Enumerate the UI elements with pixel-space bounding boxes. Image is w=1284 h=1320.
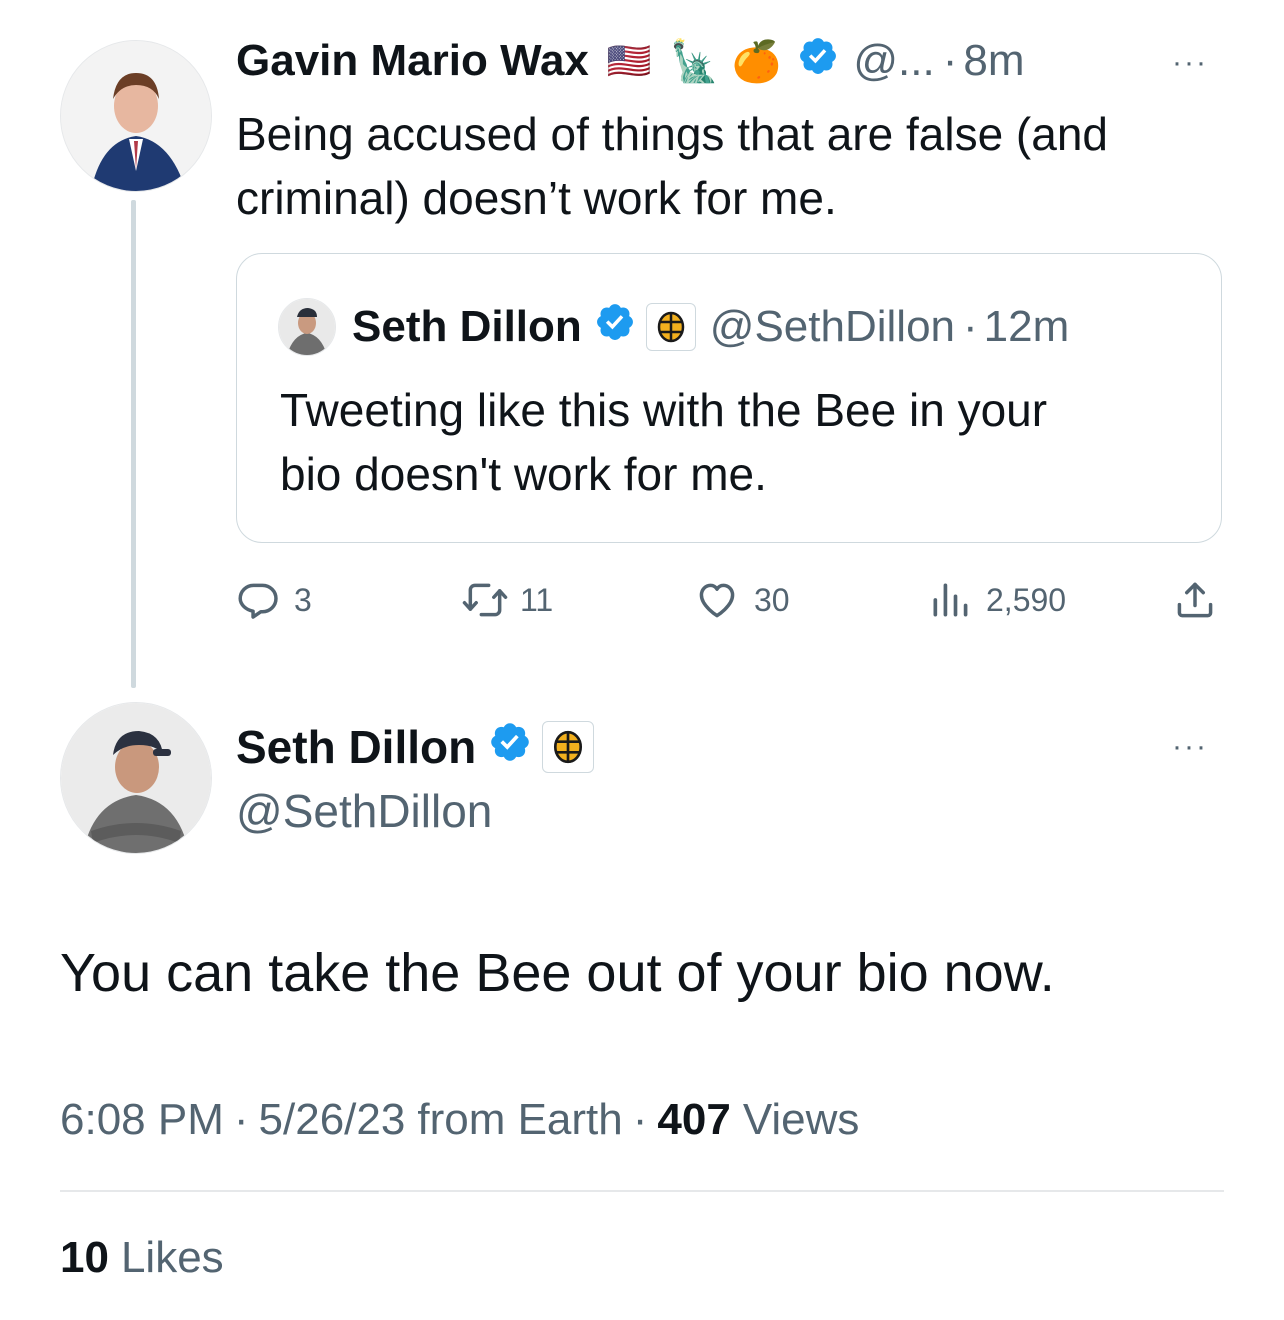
quote-tweet-text: Tweeting like this with the Bee in your … [280, 378, 1047, 506]
statue-of-liberty-icon: 🗽 [669, 39, 720, 84]
quote-author-name[interactable]: Seth Dillon [352, 302, 582, 352]
divider [60, 1190, 1224, 1192]
verified-badge-icon [797, 35, 839, 88]
tweet-date[interactable]: 5/26/23 [259, 1095, 406, 1145]
thread-line [131, 200, 136, 688]
author-name[interactable]: Seth Dillon [236, 720, 476, 774]
quote-text-line-1: Tweeting like this with the Bee in your [280, 384, 1048, 436]
quote-text-line-2: bio doesn't work for me. [280, 448, 767, 500]
more-icon[interactable]: ··· [1172, 48, 1208, 78]
author-handle[interactable]: @... [853, 36, 934, 86]
retweet-action[interactable]: 11 [460, 578, 553, 622]
tweet-time[interactable]: 8m [963, 36, 1024, 86]
views-icon [928, 578, 972, 622]
orange-icon: 🍊 [731, 39, 782, 84]
verified-badge-icon [488, 720, 532, 775]
views-label: Views [742, 1095, 860, 1144]
quote-avatar[interactable] [278, 298, 336, 356]
like-count: 30 [754, 581, 790, 618]
us-flag-icon: 🇺🇸 [606, 40, 652, 81]
tweet-source: from Earth [417, 1095, 623, 1144]
view-count: 2,590 [986, 581, 1067, 618]
views-action[interactable]: 2,590 [928, 578, 1066, 622]
likes-label: Likes [120, 1233, 224, 1282]
likes-summary[interactable]: 10 Likes [60, 1230, 224, 1286]
babylon-bee-badge-icon[interactable] [645, 303, 696, 351]
verified-badge-icon [594, 301, 636, 354]
like-icon [694, 578, 740, 622]
share-action[interactable] [1172, 578, 1218, 622]
likes-count: 10 [60, 1233, 109, 1282]
main-tweet-text: You can take the Bee out of your bio now… [60, 943, 1055, 1003]
separator-dot: · [942, 36, 958, 85]
quote-author-handle[interactable]: @SethDillon [710, 302, 955, 352]
reply-icon [236, 578, 280, 622]
tweet-time[interactable]: 6:08 PM [60, 1095, 224, 1145]
reply-header: Gavin Mario Wax 🇺🇸 🗽 🍊 @... · 8m [236, 36, 1024, 86]
main-header: Seth Dillon [236, 720, 595, 775]
retweet-count: 11 [520, 581, 554, 618]
like-action[interactable]: 30 [694, 578, 790, 622]
separator-dot: · [963, 302, 978, 351]
avatar-gavin[interactable] [60, 40, 212, 192]
separator-dot: · [632, 1095, 648, 1144]
quote-header: Seth Dillon @SethDillon · 12m [352, 302, 1069, 352]
share-icon [1172, 578, 1218, 622]
more-icon[interactable]: ··· [1172, 732, 1208, 762]
separator-dot: · [233, 1095, 249, 1144]
reply-tweet-text: Being accused of things that are false (… [236, 102, 1108, 230]
tweet-meta: 6:08 PM · 5/26/23 from Earth · 407 Views [60, 1092, 859, 1148]
views-count: 407 [657, 1095, 731, 1144]
avatar-seth[interactable] [60, 702, 212, 854]
author-name[interactable]: Gavin Mario Wax [236, 36, 589, 86]
author-handle[interactable]: @SethDillon [236, 784, 492, 838]
reply-text-line-2: criminal) doesn’t work for me. [236, 172, 837, 224]
babylon-bee-badge-icon[interactable] [542, 721, 595, 773]
reply-action[interactable]: 3 [236, 578, 312, 622]
quote-time[interactable]: 12m [984, 302, 1070, 352]
retweet-icon [460, 578, 510, 622]
reply-text-line-1: Being accused of things that are false (… [236, 108, 1109, 160]
reply-count: 3 [294, 581, 312, 618]
